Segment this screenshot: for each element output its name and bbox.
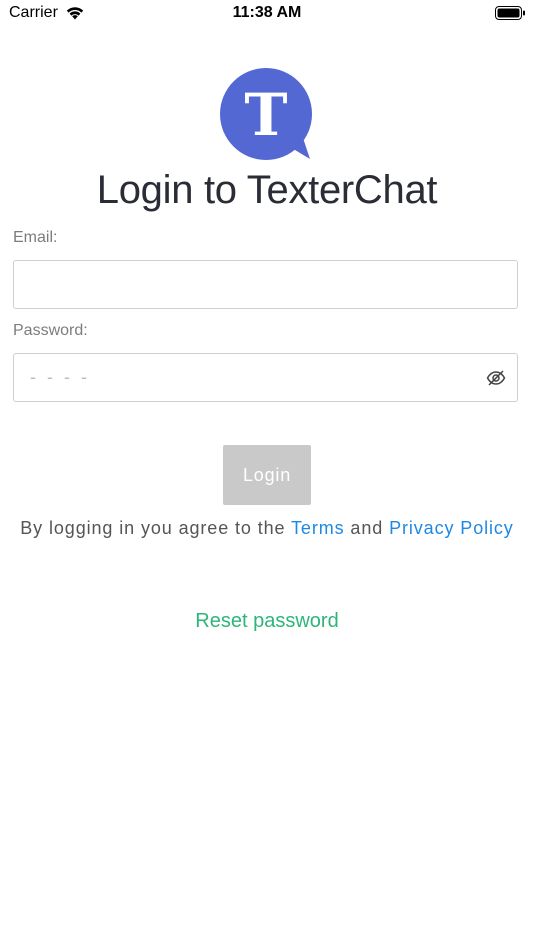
app-logo: T: [218, 67, 318, 163]
eye-off-icon[interactable]: [486, 368, 506, 388]
email-input[interactable]: [13, 260, 518, 309]
terms-link[interactable]: Terms: [291, 518, 345, 538]
password-label: Password:: [13, 322, 88, 339]
email-label: Email:: [13, 229, 58, 246]
login-button[interactable]: Login: [223, 445, 311, 505]
privacy-policy-link[interactable]: Privacy Policy: [389, 518, 514, 538]
clock: 11:38 AM: [232, 4, 302, 21]
password-input[interactable]: [13, 353, 518, 402]
login-screen: Carrier 11:38 AM T Login to TexterChat E…: [0, 0, 534, 950]
terms-prefix: By logging in you agree to the: [20, 518, 292, 538]
terms-notice: By logging in you agree to the Terms and…: [20, 513, 514, 544]
status-bar: Carrier 11:38 AM: [0, 0, 534, 28]
battery-icon: [495, 6, 526, 26]
logo-letter: T: [244, 81, 287, 149]
reset-password-link[interactable]: Reset password: [0, 610, 534, 633]
page-title: Login to TexterChat: [96, 168, 438, 212]
terms-middle: and: [344, 518, 390, 538]
